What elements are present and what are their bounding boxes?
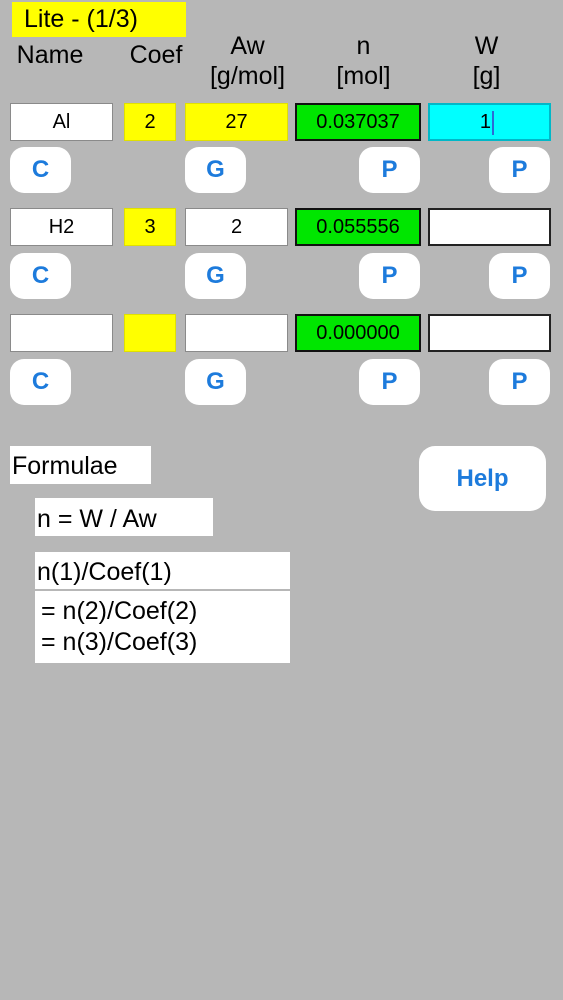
- row3-aw-field[interactable]: [185, 314, 288, 352]
- row2-name-field[interactable]: H2: [10, 208, 113, 246]
- row2-c-button[interactable]: C: [10, 253, 71, 299]
- header-w-unit: [g]: [472, 62, 501, 90]
- row2-coef-field[interactable]: 3: [124, 208, 176, 246]
- header-w: W [g]: [434, 31, 539, 91]
- row2-g-button[interactable]: G: [185, 253, 246, 299]
- row1-g-button[interactable]: G: [185, 147, 246, 193]
- row1-moles-field: 0.037037: [295, 103, 421, 141]
- header-n-symbol: n: [356, 32, 371, 60]
- header-aw-symbol: Aw: [230, 32, 265, 60]
- row3-weight-field[interactable]: [428, 314, 551, 352]
- header-aw: Aw [g/mol]: [195, 31, 300, 91]
- row1-weight-value: 1: [479, 111, 491, 133]
- row1-weight-p-button[interactable]: P: [489, 147, 550, 193]
- row1-weight-field[interactable]: 1: [428, 103, 551, 141]
- formula-moles: n = W / Aw: [35, 498, 213, 536]
- row3-name-field[interactable]: [10, 314, 113, 352]
- header-n: n [mol]: [311, 31, 416, 91]
- formula-ratio-continued: = n(2)/Coef(2) = n(3)/Coef(3): [35, 591, 290, 663]
- row2-weight-field[interactable]: [428, 208, 551, 246]
- row2-moles-p-button[interactable]: P: [359, 253, 420, 299]
- row3-moles-field: 0.000000: [295, 314, 421, 352]
- row1-c-button[interactable]: C: [10, 147, 71, 193]
- header-name: Name: [16, 41, 84, 69]
- row2-weight-p-button[interactable]: P: [489, 253, 550, 299]
- app-title: Lite - (1/3): [12, 2, 186, 37]
- row2-moles-field: 0.055556: [295, 208, 421, 246]
- row1-name-field[interactable]: Al: [10, 103, 113, 141]
- header-w-symbol: W: [474, 32, 499, 60]
- text-caret: [492, 110, 494, 135]
- formulae-label: Formulae: [10, 446, 151, 484]
- row3-coef-field[interactable]: [124, 314, 176, 352]
- formula-ratio-line2: = n(2)/Coef(2): [41, 597, 198, 625]
- row3-weight-p-button[interactable]: P: [489, 359, 550, 405]
- header-coef: Coef: [129, 41, 183, 69]
- row3-g-button[interactable]: G: [185, 359, 246, 405]
- row3-c-button[interactable]: C: [10, 359, 71, 405]
- row1-moles-p-button[interactable]: P: [359, 147, 420, 193]
- row1-coef-field[interactable]: 2: [124, 103, 176, 141]
- help-button[interactable]: Help: [419, 446, 546, 511]
- formula-ratio-line3: = n(3)/Coef(3): [41, 628, 198, 656]
- header-n-unit: [mol]: [336, 62, 391, 90]
- row3-moles-p-button[interactable]: P: [359, 359, 420, 405]
- header-aw-unit: [g/mol]: [209, 62, 286, 90]
- row2-aw-field[interactable]: 2: [185, 208, 288, 246]
- row1-aw-field[interactable]: 27: [185, 103, 288, 141]
- formula-ratio-line1: n(1)/Coef(1): [35, 552, 290, 589]
